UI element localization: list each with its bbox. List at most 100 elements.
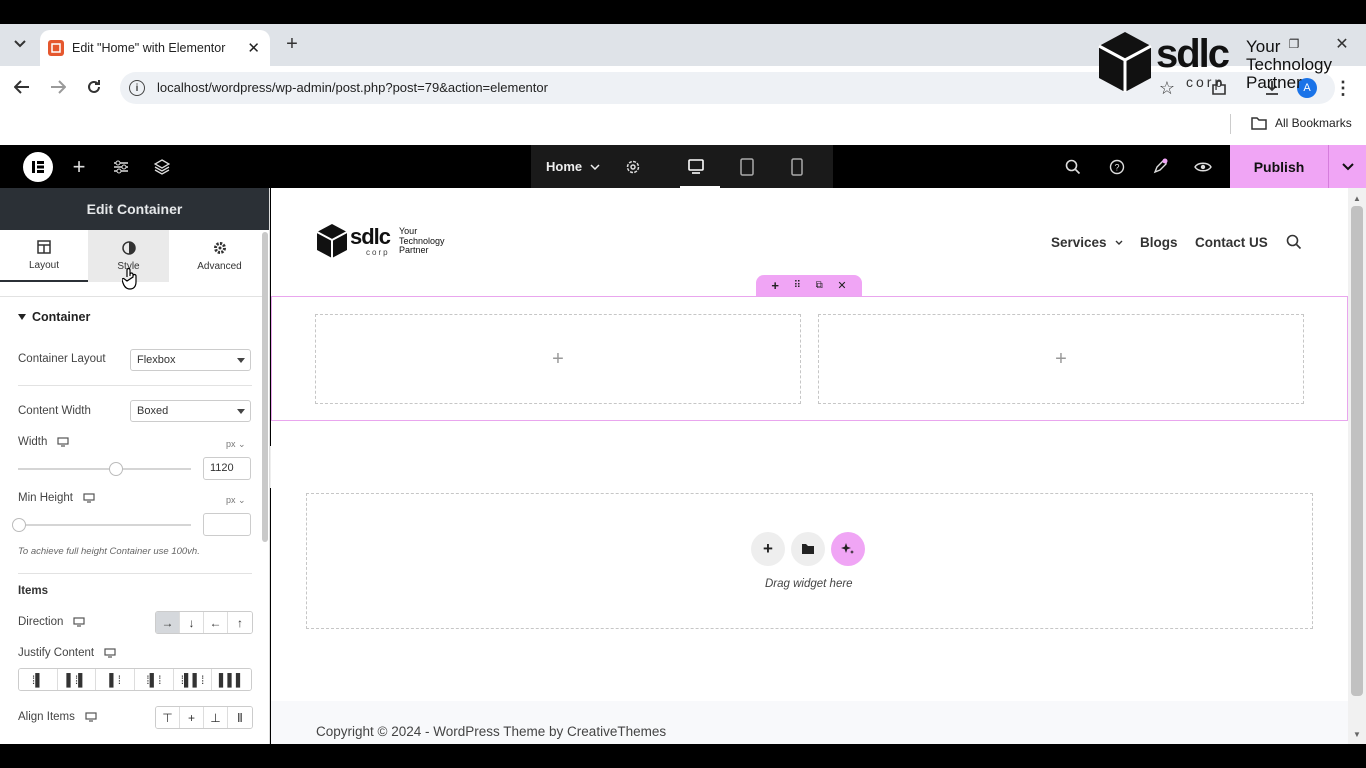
publish-button[interactable]: Publish — [1230, 145, 1328, 188]
structure-layers-icon[interactable] — [142, 145, 182, 188]
watermark-sub: corp — [1186, 74, 1226, 90]
justify-space-around-icon[interactable]: ⁞▌▌⁞ — [173, 669, 213, 690]
align-start-icon[interactable]: ⊤ — [156, 707, 180, 728]
add-container-plus-icon[interactable]: + — [771, 278, 779, 293]
canvas-scrollbar[interactable]: ▲ ▼ — [1348, 188, 1366, 744]
desktop-responsive-icon[interactable] — [104, 648, 116, 658]
content-width-select[interactable]: Boxed — [130, 400, 251, 422]
justify-space-between-icon[interactable]: ⁞▌⁞ — [135, 669, 174, 690]
justify-center-icon[interactable]: ▌⁞▌ — [57, 669, 97, 690]
add-element-icon[interactable]: + — [59, 145, 99, 188]
justify-end-icon[interactable]: ▌⁞ — [96, 669, 136, 690]
direction-column-arrow-down-icon[interactable]: ↓ — [180, 612, 204, 633]
align-stretch-icon[interactable]: Ⅱ — [228, 707, 252, 728]
cube-logo-icon — [316, 224, 348, 258]
full-height-hint: To achieve full height Container use 100… — [18, 546, 200, 557]
site-logo[interactable]: sdlc corp Your Technology Partner — [316, 223, 466, 263]
add-widget-plus-icon[interactable]: + — [1055, 348, 1067, 371]
preview-eye-icon[interactable] — [1183, 145, 1223, 188]
publish-options-chevron-icon[interactable] — [1328, 145, 1366, 188]
container-layout-select[interactable]: Flexbox — [130, 349, 251, 371]
ai-sparkle-icon[interactable] — [831, 532, 865, 566]
logo-sub: corp — [366, 248, 390, 257]
template-library-folder-icon[interactable] — [791, 532, 825, 566]
direction-column-reverse-arrow-up-icon[interactable]: ↑ — [228, 612, 252, 633]
width-input[interactable]: 1120 — [203, 457, 251, 480]
empty-column-1[interactable]: + — [315, 314, 801, 404]
site-settings-icon[interactable] — [101, 145, 141, 188]
page-selector-label: Home — [546, 159, 583, 174]
desktop-responsive-icon[interactable] — [73, 617, 85, 627]
desktop-responsive-icon[interactable] — [57, 437, 70, 447]
scroll-down-icon[interactable]: ▼ — [1353, 730, 1361, 739]
reload-icon[interactable] — [84, 77, 104, 97]
logo-brand: sdlc — [350, 224, 391, 249]
direction-row-reverse-arrow-left-icon[interactable]: ← — [204, 612, 228, 633]
items-heading: Items — [18, 585, 49, 597]
elementor-logo-icon[interactable] — [18, 145, 58, 188]
duplicate-icon[interactable]: ⧉ — [816, 280, 823, 291]
finder-search-icon[interactable] — [1053, 145, 1093, 188]
direction-row-arrow-right-icon[interactable]: → — [156, 612, 180, 633]
width-slider[interactable] — [18, 462, 191, 476]
justify-space-evenly-icon[interactable]: ▌▌▌ — [212, 669, 251, 690]
restore-window-icon[interactable]: ❐ — [1286, 36, 1302, 52]
watermark-brand: sdlc — [1156, 32, 1230, 76]
tab-search-icon[interactable] — [10, 34, 30, 54]
nav-contact[interactable]: Contact US — [1195, 235, 1268, 250]
panel-scrollbar[interactable] — [262, 232, 268, 542]
url-text: localhost/wordpress/wp-admin/post.php?po… — [157, 80, 548, 95]
gear-icon — [213, 241, 226, 254]
width-unit-select[interactable]: px ⌄ — [226, 439, 246, 450]
browser-tab[interactable]: Edit "Home" with Elementor ✕ — [40, 30, 270, 66]
elementor-favicon-icon — [48, 40, 64, 56]
site-info-icon[interactable]: i — [129, 80, 145, 96]
all-bookmarks[interactable]: All Bookmarks — [1251, 116, 1352, 130]
justify-content-label: Justify Content — [18, 647, 116, 659]
elementor-topbar: + Home ? Publish — [0, 145, 1366, 188]
min-height-input[interactable] — [203, 513, 251, 536]
min-height-unit-select[interactable]: px ⌄ — [226, 495, 246, 506]
tab-advanced[interactable]: Advanced — [169, 230, 269, 282]
svg-text:?: ? — [1114, 162, 1119, 172]
tablet-view-icon[interactable] — [727, 145, 767, 188]
min-height-slider[interactable] — [12, 518, 191, 532]
drag-handle-icon[interactable]: ⠿ — [794, 280, 801, 291]
whats-new-rocket-icon[interactable] — [1140, 145, 1180, 188]
desktop-responsive-icon[interactable] — [83, 493, 95, 503]
forward-icon[interactable] — [48, 77, 68, 97]
container-layout-label: Container Layout — [18, 353, 106, 365]
site-search-icon[interactable] — [1286, 234, 1302, 250]
close-window-icon[interactable]: ✕ — [1334, 36, 1350, 53]
chevron-down-icon — [1115, 240, 1123, 245]
desktop-view-icon[interactable] — [676, 145, 716, 188]
width-slider-thumb[interactable] — [109, 462, 123, 476]
new-tab-icon[interactable]: + — [282, 33, 302, 55]
add-section-plus-icon[interactable]: + — [751, 532, 785, 566]
publish-group: Publish — [1230, 145, 1366, 188]
min-height-slider-thumb[interactable] — [12, 518, 26, 532]
canvas-scroll-thumb[interactable] — [1351, 206, 1363, 696]
preview-canvas: sdlc corp Your Technology Partner Servic… — [271, 188, 1348, 744]
add-widget-plus-icon[interactable]: + — [552, 348, 564, 371]
page-settings-gear-icon[interactable] — [613, 145, 653, 188]
tab-layout[interactable]: Layout — [0, 230, 88, 282]
back-icon[interactable] — [12, 77, 32, 97]
delete-close-icon[interactable]: ✕ — [837, 279, 846, 292]
align-end-icon[interactable]: ⊥ — [204, 707, 228, 728]
screen: Edit "Home" with Elementor ✕ + i localho… — [0, 0, 1366, 768]
page-selector[interactable]: Home — [546, 159, 600, 174]
justify-start-icon[interactable]: ⁞▌ — [19, 669, 58, 690]
mobile-view-icon[interactable] — [777, 145, 817, 188]
tab-close-icon[interactable]: ✕ — [247, 39, 260, 57]
tab-layout-label: Layout — [28, 259, 60, 271]
nav-blogs[interactable]: Blogs — [1140, 235, 1178, 250]
desktop-responsive-icon[interactable] — [85, 712, 97, 722]
scroll-up-icon[interactable]: ▲ — [1353, 194, 1361, 203]
align-center-icon[interactable]: + — [180, 707, 204, 728]
empty-column-2[interactable]: + — [818, 314, 1304, 404]
nav-services[interactable]: Services — [1051, 235, 1123, 250]
section-container[interactable]: Container — [18, 310, 90, 324]
help-icon[interactable]: ? — [1097, 145, 1137, 188]
tab-advanced-label: Advanced — [197, 260, 242, 272]
